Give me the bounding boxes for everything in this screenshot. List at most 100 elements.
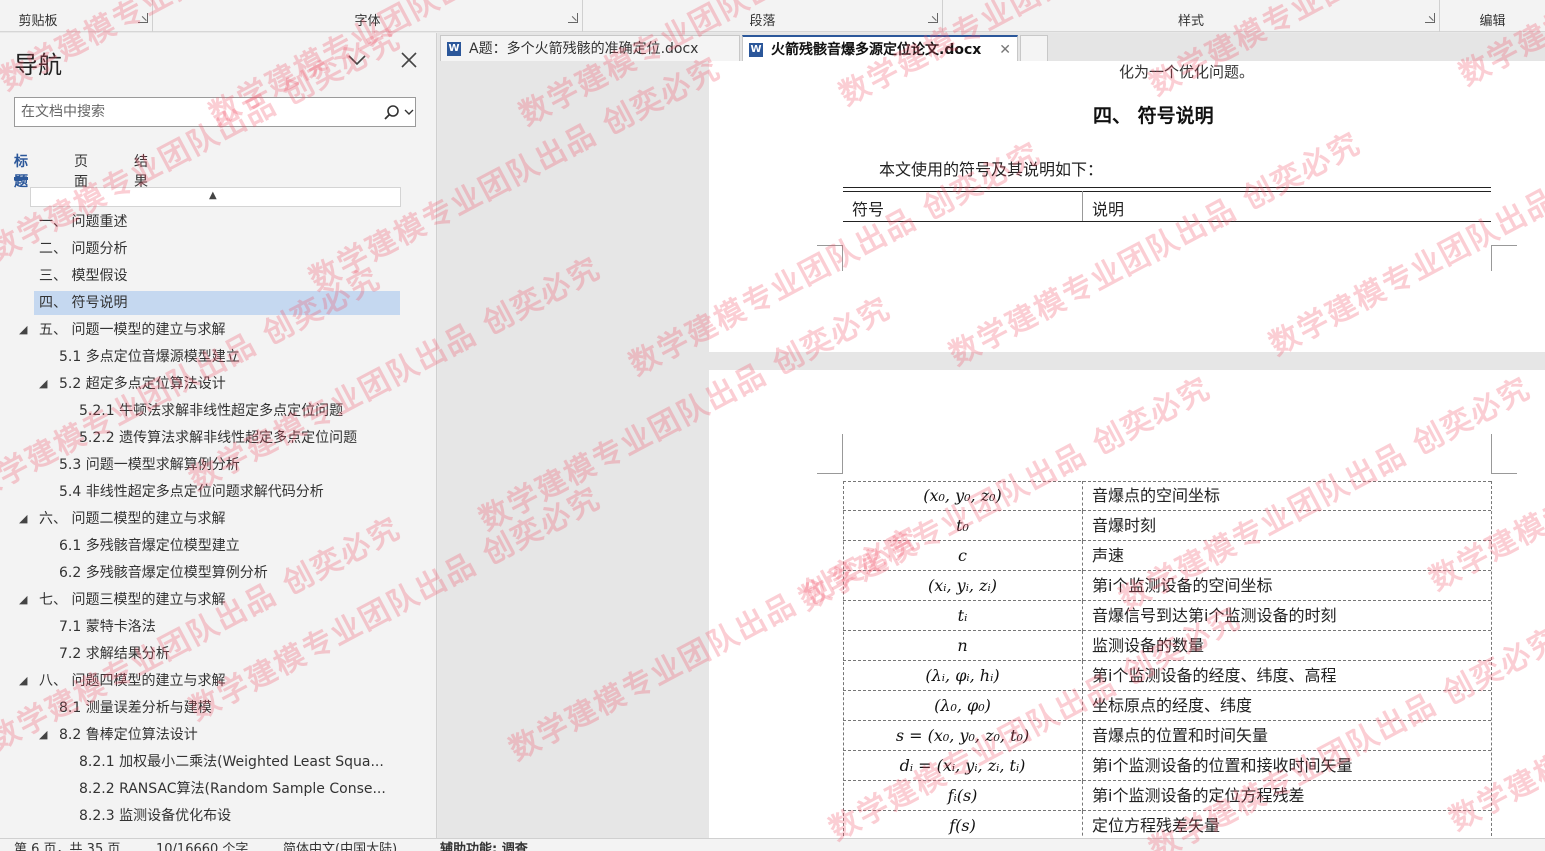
expand-caret-icon[interactable]: ◢ (19, 507, 27, 531)
dialog-launcher-icon[interactable] (928, 13, 938, 23)
nav-heading-item[interactable]: 八、 问题四模型的建立与求解 (39, 669, 398, 693)
nav-heading-item[interactable]: 7.2 求解结果分析 (59, 642, 398, 666)
nav-heading-item[interactable]: 8.2 鲁棒定位算法设计 (59, 723, 398, 747)
ribbon-group-label: 字体 (354, 14, 381, 29)
accessibility-status[interactable]: 辅助功能: 调查 (440, 839, 528, 851)
symbol-cell: t₀ (843, 511, 1083, 541)
nav-heading-item[interactable]: 五、 问题一模型的建立与求解 (39, 318, 398, 342)
search-input[interactable] (21, 102, 381, 122)
nav-heading-item[interactable]: 六、 问题二模型的建立与求解 (39, 507, 398, 531)
description-cell: 音爆时刻 (1092, 516, 1157, 535)
table-header-rule (843, 221, 1491, 222)
nav-heading-item[interactable]: 一、 问题重述 (39, 210, 398, 234)
scroll-up-button[interactable]: ▲ (30, 187, 401, 207)
table-row: (λ₀, φ₀) 坐标原点的经度、纬度 (843, 691, 1491, 721)
navigation-pane: 导航 标题 页面 结果 ▲ 一、 问题重述二、 问题分析三、 模型假设四、 符号… (0, 33, 437, 838)
description-cell: 音爆点的位置和时间矢量 (1092, 726, 1269, 745)
ribbon-group-clipboard: 剪贴板 (0, 0, 153, 32)
ribbon-group-label: 编辑 (1479, 14, 1506, 29)
document-area: 化为一个优化问题。 四、 符号说明 本文使用的符号及其说明如下： 符号 说明 (… (438, 61, 1545, 838)
search-icon[interactable] (383, 104, 401, 122)
expand-caret-icon[interactable]: ◢ (39, 372, 47, 396)
ribbon-group-label: 剪贴板 (18, 14, 58, 29)
ribbon-group-label: 样式 (1177, 14, 1204, 29)
ribbon-group-font: 字体 (153, 0, 583, 32)
description-cell: 第i个监测设备的空间坐标 (1092, 576, 1273, 595)
description-cell: 定位方程残差矢量 (1092, 816, 1221, 835)
scroll-up-icon: ▲ (209, 190, 217, 201)
table-header-symbol: 符号 (852, 200, 885, 219)
description-cell: 第i个监测设备的位置和接收时间矢量 (1092, 756, 1353, 775)
symbol-cell: c (843, 541, 1083, 571)
ribbon-group-styles: 样式 (943, 0, 1440, 32)
symbol-cell: n (843, 631, 1083, 661)
nav-heading-item[interactable]: 三、 模型假设 (39, 264, 398, 288)
status-bar: 第 6 页，共 35 页 10/16660 个字 简体中文(中国大陆) 辅助功能… (0, 838, 1545, 851)
table-row: (λᵢ, φᵢ, hᵢ) 第i个监测设备的经度、纬度、高程 (843, 661, 1491, 691)
expand-caret-icon[interactable]: ◢ (39, 723, 47, 747)
tab-results[interactable]: 结果 (134, 151, 148, 190)
table-right-border (1491, 481, 1492, 838)
nav-heading-item[interactable]: 四、 符号说明 (34, 291, 400, 315)
ribbon-group-paragraph: 段落 (583, 0, 943, 32)
doc-tab-active[interactable]: W 火箭残骸音爆多源定位论文.docx ✕ (742, 35, 1018, 61)
table-row: s = (x₀, y₀, z₀, t₀) 音爆点的位置和时间矢量 (843, 721, 1491, 751)
nav-heading-item[interactable]: 8.1 测量误差分析与建模 (59, 696, 398, 720)
description-cell: 坐标原点的经度、纬度 (1092, 696, 1253, 715)
new-tab-button[interactable] (1020, 35, 1048, 61)
table-header-description: 说明 (1092, 200, 1125, 219)
table-row: n 监测设备的数量 (843, 631, 1491, 661)
expand-caret-icon[interactable]: ◢ (19, 669, 27, 693)
nav-heading-item[interactable]: 8.2.1 加权最小二乘法(Weighted Least Squa... (79, 750, 398, 774)
description-cell: 监测设备的数量 (1092, 636, 1205, 655)
nav-heading-item[interactable]: 5.2.1 牛顿法求解非线性超定多点定位问题 (79, 399, 398, 423)
nav-heading-item[interactable]: 6.1 多残骸音爆定位模型建立 (59, 534, 398, 558)
chevron-down-icon[interactable] (404, 107, 414, 117)
word-icon: W (749, 43, 763, 57)
dialog-launcher-icon[interactable] (568, 13, 578, 23)
nav-heading-item[interactable]: 7.1 蒙特卡洛法 (59, 615, 398, 639)
symbol-cell: fᵢ(s) (843, 781, 1083, 811)
crop-mark (817, 434, 843, 474)
close-icon[interactable] (398, 49, 420, 71)
symbol-cell: (xᵢ, yᵢ, zᵢ) (843, 571, 1083, 601)
table-row: dᵢ = (xᵢ, yᵢ, zᵢ, tᵢ) 第i个监测设备的位置和接收时间矢量 (843, 751, 1491, 781)
crop-mark (1491, 434, 1517, 474)
word-count[interactable]: 10/16660 个字 (156, 839, 248, 851)
ribbon: 剪贴板 字体 段落 样式 编辑 (0, 0, 1545, 32)
dialog-launcher-icon[interactable] (138, 13, 148, 23)
document-page: 化为一个优化问题。 四、 符号说明 本文使用的符号及其说明如下： 符号 说明 (709, 61, 1545, 352)
symbol-cell: s = (x₀, y₀, z₀, t₀) (843, 721, 1083, 751)
nav-heading-item[interactable]: 5.3 问题一模型求解算例分析 (59, 453, 398, 477)
nav-heading-item[interactable]: 8.2.3 监测设备优化布设 (79, 804, 398, 823)
symbol-cell: dᵢ = (xᵢ, yᵢ, zᵢ, tᵢ) (843, 751, 1083, 781)
tab-pages[interactable]: 页面 (74, 151, 88, 190)
nav-heading-item[interactable]: 5.2.2 遗传算法求解非线性超定多点定位问题 (79, 426, 398, 450)
nav-heading-item[interactable]: 二、 问题分析 (39, 237, 398, 261)
language-indicator[interactable]: 简体中文(中国大陆) (283, 839, 397, 851)
nav-heading-item[interactable]: 七、 问题三模型的建立与求解 (39, 588, 398, 612)
page-count[interactable]: 第 6 页，共 35 页 (14, 839, 120, 851)
description-cell: 音爆点的空间坐标 (1092, 486, 1221, 505)
nav-heading-item[interactable]: 5.2 超定多点定位算法设计 (59, 372, 398, 396)
body-text: 化为一个优化问题。 (1119, 63, 1255, 81)
description-cell: 第i个监测设备的定位方程残差 (1092, 786, 1305, 805)
expand-caret-icon[interactable]: ◢ (19, 588, 27, 612)
close-icon[interactable]: ✕ (999, 37, 1011, 61)
nav-heading-item[interactable]: 5.4 非线性超定多点定位问题求解代码分析 (59, 480, 398, 504)
expand-caret-icon[interactable]: ◢ (19, 318, 27, 342)
nav-heading-item[interactable]: 6.2 多残骸音爆定位模型算例分析 (59, 561, 398, 585)
table-row: t₀ 音爆时刻 (843, 511, 1491, 541)
ribbon-group-editing: 编辑 (1440, 0, 1545, 32)
nav-heading-item[interactable]: 8.2.2 RANSAC算法(Random Sample Conse... (79, 777, 398, 801)
tab-headings[interactable]: 标题 (14, 151, 28, 190)
word-icon: W (447, 42, 461, 56)
table-top-rule (843, 187, 1491, 188)
dialog-launcher-icon[interactable] (1425, 13, 1435, 23)
chevron-down-icon[interactable] (346, 51, 368, 69)
description-cell: 音爆信号到达第i个监测设备的时刻 (1092, 606, 1337, 625)
document-tabs: W A题：多个火箭残骸的准确定位.docx W 火箭残骸音爆多源定位论文.doc… (438, 33, 1545, 61)
nav-heading-item[interactable]: 5.1 多点定位音爆源模型建立 (59, 345, 398, 369)
doc-tab-label: 火箭残骸音爆多源定位论文.docx (771, 42, 982, 58)
doc-tab[interactable]: W A题：多个火箭残骸的准确定位.docx (440, 35, 740, 61)
